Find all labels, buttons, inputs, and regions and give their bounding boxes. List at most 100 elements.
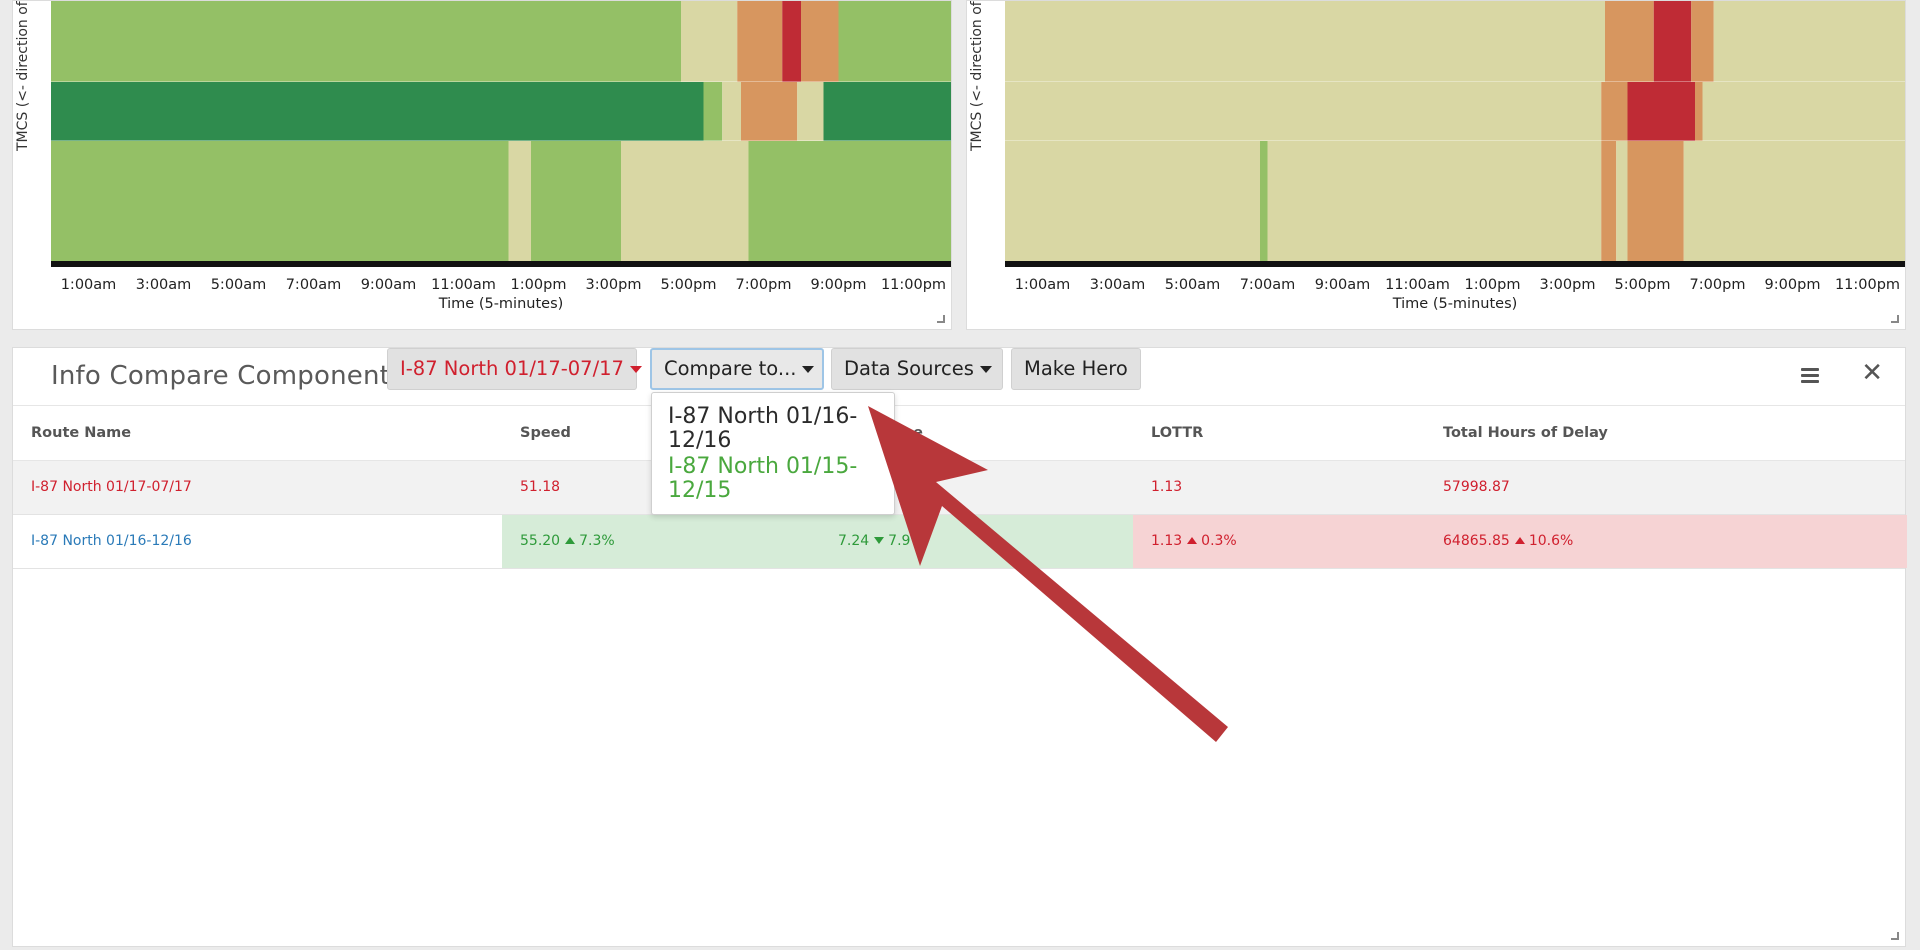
dropdown-item[interactable]: I-87 North 01/16-12/16 xyxy=(668,405,868,453)
route-name-cell[interactable]: I-87 North 01/16-12/16 xyxy=(13,515,192,568)
heatmap-cell xyxy=(1627,141,1684,265)
x-tick-label: 7:00pm xyxy=(1689,277,1746,293)
resize-grip-icon[interactable] xyxy=(937,315,945,323)
speed-cell: 55.20 7.3% xyxy=(502,515,820,568)
x-tick-label: 3:00am xyxy=(135,277,192,293)
x-tick-label: 5:00pm xyxy=(660,277,717,293)
heatmap-cell xyxy=(1691,1,1714,82)
heatmap-cell xyxy=(782,1,801,82)
right-heatmap-panel: TMCS (<- direction of 1:00am 3:00am 5:00am… xyxy=(966,0,1906,330)
x-tick-label: 7:00pm xyxy=(735,277,792,293)
heatmap-cell xyxy=(801,1,839,82)
y-axis-label: TMCS (<- direction of xyxy=(969,1,985,151)
caret-down-icon xyxy=(802,366,815,373)
time-cell: 7.24 7.9% xyxy=(820,515,1145,568)
delay-value: 64865.85 xyxy=(1443,533,1510,549)
heatmap-cell xyxy=(1695,82,1703,141)
caret-down-icon xyxy=(979,366,992,373)
speed-value: 55.20 xyxy=(520,533,561,549)
dropdown-item[interactable]: I-87 North 01/15-12/15 xyxy=(668,455,868,503)
x-tick-label: 7:00am xyxy=(1239,277,1296,293)
left-heatmap-panel: TMCS (<- direction of 1:00am 3:00am 5:00am… xyxy=(12,0,952,330)
route-name-cell[interactable]: I-87 North 01/17-07/17 xyxy=(13,461,192,514)
time-value: 7.24 xyxy=(838,533,870,549)
y-axis-label: TMCS (<- direction of xyxy=(15,1,31,151)
x-tick-label: 7:00am xyxy=(285,277,342,293)
table-row[interactable]: I-87 North 01/16-12/16 55.20 7.3% 7.24 7.9… xyxy=(13,515,1907,569)
make-hero-label: Make Hero xyxy=(1024,357,1128,380)
heatmap-cell xyxy=(1267,141,1602,265)
row-separator xyxy=(51,81,951,82)
heatmap-cell xyxy=(51,141,509,265)
heatmap-chart xyxy=(51,1,951,267)
row-separator xyxy=(1005,81,1905,82)
heatmap-cell xyxy=(797,82,824,141)
triangle-down-icon xyxy=(874,537,885,544)
col-header-lottr: LOTTR xyxy=(1151,425,1204,441)
lottr-value: 1.13 xyxy=(1151,533,1183,549)
x-tick-label: 3:00pm xyxy=(1539,277,1596,293)
time-change: 7.9% xyxy=(888,533,924,549)
x-tick-label: 11:00am xyxy=(1385,277,1450,293)
x-tick-label: 1:00am xyxy=(60,277,117,293)
info-compare-panel: Info Compare Component I-87 North 01/17-… xyxy=(12,347,1907,947)
heatmap-cell xyxy=(51,82,704,141)
speed-change: 7.3% xyxy=(579,533,615,549)
heatmap-chart xyxy=(1005,1,1905,267)
heatmap-svg xyxy=(1005,1,1905,267)
heatmap-cell xyxy=(703,82,723,141)
hamburger-menu-icon[interactable] xyxy=(1801,368,1819,383)
x-tick-label: 9:00am xyxy=(1314,277,1371,293)
heatmap-cell xyxy=(621,141,749,265)
heatmap-cell xyxy=(1702,82,1905,141)
heatmap-cell xyxy=(1005,82,1602,141)
heatmap-cell xyxy=(1005,1,1605,82)
heatmap-cell xyxy=(1601,82,1628,141)
close-icon[interactable]: ✕ xyxy=(1861,358,1883,388)
data-sources-button[interactable]: Data Sources xyxy=(831,348,1003,390)
triangle-up-icon xyxy=(565,537,576,544)
x-axis-ticks: 1:00am 3:00am 5:00am 7:00am 9:00am 11:00am 1:0… xyxy=(51,277,951,295)
x-axis-title: Time (5-minutes) xyxy=(1392,296,1518,312)
x-axis-title: Time (5-minutes) xyxy=(438,296,564,312)
route-select-button[interactable]: I-87 North 01/17-07/17 xyxy=(387,348,642,390)
delay-change: 10.6% xyxy=(1528,533,1574,549)
table-header: Route Name Speed ime LOTTR Total Hours o… xyxy=(13,407,1905,461)
heatmap-cell xyxy=(1683,141,1905,265)
heatmap-cell xyxy=(1605,1,1654,82)
x-tick-label: 9:00pm xyxy=(810,277,867,293)
col-header-route: Route Name xyxy=(31,425,132,441)
x-tick-label: 9:00pm xyxy=(1764,277,1821,293)
x-tick-label: 5:00am xyxy=(1164,277,1221,293)
compare-to-label: Compare to... xyxy=(664,357,797,380)
x-tick-label: 1:00am xyxy=(1014,277,1071,293)
row-separator xyxy=(1005,140,1905,141)
heatmap-cell xyxy=(1653,1,1692,82)
heatmap-cell xyxy=(737,1,783,82)
compare-to-button[interactable]: Compare to... xyxy=(650,348,824,390)
x-tick-label: 11:00pm xyxy=(1834,277,1901,293)
x-axis-line xyxy=(51,261,951,267)
heatmap-cell xyxy=(838,1,951,82)
heatmap-cell xyxy=(1601,141,1617,265)
route-select-label: I-87 North 01/17-07/17 xyxy=(400,357,624,380)
make-hero-button[interactable]: Make Hero xyxy=(1011,348,1141,390)
x-tick-label: 3:00am xyxy=(1089,277,1146,293)
heatmap-cell xyxy=(823,82,951,141)
table-row[interactable]: I-87 North 01/17-07/17 51.18 1.13 57998.… xyxy=(13,461,1905,515)
heatmap-cell xyxy=(748,141,951,265)
data-sources-label: Data Sources xyxy=(844,357,974,380)
heatmap-cell xyxy=(531,141,621,265)
heatmap-cell xyxy=(722,82,741,141)
lottr-cell: 1.13 0.3% xyxy=(1133,515,1425,568)
heatmap-cell xyxy=(741,82,798,141)
resize-grip-icon[interactable] xyxy=(1891,932,1899,940)
row-separator xyxy=(51,140,951,141)
resize-grip-icon[interactable] xyxy=(1891,315,1899,323)
x-tick-label: 1:00pm xyxy=(1464,277,1521,293)
x-axis-ticks: 1:00am 3:00am 5:00am 7:00am 9:00am 11:00am 1:0… xyxy=(1005,277,1905,295)
col-header-delay: Total Hours of Delay xyxy=(1443,425,1608,441)
delay-cell: 57998.87 xyxy=(1443,479,1510,495)
heatmap-cell xyxy=(1005,141,1260,265)
heatmap-cell xyxy=(1260,141,1268,265)
